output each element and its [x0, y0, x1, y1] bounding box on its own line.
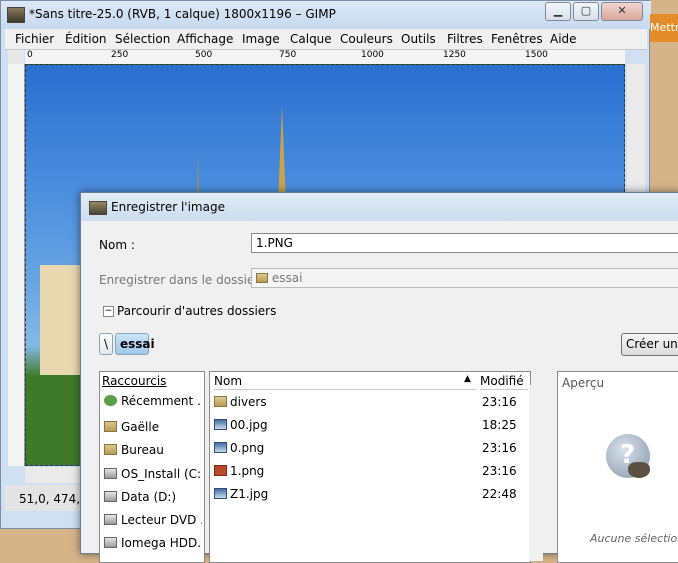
file-name: 0.png: [230, 441, 265, 455]
folder-icon: [104, 421, 117, 432]
create-folder-button[interactable]: Créer un d: [621, 333, 678, 356]
preview-header: Aperçu: [562, 376, 605, 390]
places-header[interactable]: Raccourcis: [102, 374, 166, 388]
file-modified: 22:48: [482, 487, 517, 501]
gimp-titlebar[interactable]: *Sans titre-25.0 (RVB, 1 calque) 1800x11…: [1, 1, 651, 29]
preview-empty-text: Aucune sélection: [590, 532, 678, 545]
path-current-button[interactable]: essai: [115, 333, 155, 355]
ruler-corner-button[interactable]: [8, 50, 24, 64]
minimize-button[interactable]: ▁: [545, 2, 571, 21]
file-modified: 18:25: [482, 418, 517, 432]
horizontal-ruler[interactable]: 0 250 500 750 1000 1250 1500: [25, 50, 625, 65]
menu-outils[interactable]: Outils: [401, 32, 436, 46]
ruler-mark: 1000: [361, 50, 384, 60]
sort-ascending-icon[interactable]: ▲: [464, 372, 476, 390]
vertical-ruler[interactable]: [8, 64, 25, 466]
menu-edition[interactable]: Édition: [65, 32, 107, 46]
place-label: Récemment ...: [121, 394, 202, 408]
column-header-modified[interactable]: Modifié: [480, 372, 528, 390]
browse-folders-toggle[interactable]: Parcourir d'autres dossiers: [117, 304, 276, 318]
menubar: Fichier Édition Sélection Affichage Imag…: [5, 29, 647, 50]
file-modified: 23:16: [482, 441, 517, 455]
menu-affichage[interactable]: Affichage: [177, 32, 233, 46]
menu-aide[interactable]: Aide: [550, 32, 577, 46]
place-item-data[interactable]: Data (D:): [102, 488, 202, 508]
image-icon: [214, 488, 227, 499]
save-folder-value: essai: [271, 271, 303, 285]
file-list: Nom ▲ Modifié divers 23:16 00.jpg 18:25 …: [209, 371, 531, 563]
file-modified: 23:16: [482, 395, 517, 409]
dialog-titlebar[interactable]: Enregistrer l'image: [81, 193, 678, 221]
ruler-mark: 0: [27, 50, 33, 60]
menu-image[interactable]: Image: [242, 32, 280, 46]
file-row[interactable]: Z1.jpg 22:48: [210, 484, 517, 506]
gimp-window-title: *Sans titre-25.0 (RVB, 1 calque) 1800x11…: [29, 7, 336, 21]
menu-filtres[interactable]: Filtres: [447, 32, 483, 46]
place-item-os-install[interactable]: OS_Install (C:): [102, 465, 202, 485]
file-row[interactable]: 0.png 23:16: [210, 438, 517, 460]
place-label: Iomega HDD...: [121, 536, 202, 550]
image-icon: [214, 465, 227, 476]
image-icon: [214, 419, 227, 430]
image-icon: [214, 442, 227, 453]
place-label: Bureau: [121, 443, 164, 457]
close-button[interactable]: ✕: [601, 2, 643, 21]
file-row[interactable]: divers 23:16: [210, 392, 517, 414]
save-image-dialog: Enregistrer l'image Nom : 1.PNG Enregist…: [80, 192, 678, 563]
folder-icon: [214, 396, 227, 407]
dialog-title: Enregistrer l'image: [111, 200, 225, 214]
background-app-button[interactable]: Mettr: [650, 14, 678, 42]
drive-icon: [104, 491, 117, 502]
folder-icon: [256, 273, 268, 283]
file-row[interactable]: 00.jpg 18:25: [210, 415, 517, 437]
place-label: Data (D:): [121, 490, 177, 504]
menu-selection[interactable]: Sélection: [115, 32, 170, 46]
menu-fenetres[interactable]: Fenêtres: [491, 32, 543, 46]
name-label: Nom :: [99, 238, 135, 252]
ruler-mark: 1500: [525, 50, 548, 60]
place-item-dvd[interactable]: Lecteur DVD ...: [102, 511, 202, 531]
drive-icon: [104, 468, 117, 479]
menu-fichier[interactable]: Fichier: [15, 32, 54, 46]
ruler-mark: 500: [195, 50, 213, 60]
gimp-dialog-icon: [89, 201, 107, 215]
place-item-bureau[interactable]: Bureau: [102, 441, 202, 461]
places-panel: Raccourcis Récemment ... Gaëlle Bureau O…: [99, 371, 205, 563]
maximize-button[interactable]: ▢: [573, 2, 599, 21]
preview-panel: Aperçu ? Aucune sélection: [557, 371, 678, 563]
menu-couleurs[interactable]: Couleurs: [340, 32, 393, 46]
ruler-mark: 750: [279, 50, 297, 60]
file-list-scrollbar[interactable]: [529, 385, 543, 561]
save-folder-label: Enregistrer dans le dossier :: [99, 273, 268, 287]
place-label: Lecteur DVD ...: [121, 513, 202, 527]
place-item-iomega[interactable]: Iomega HDD...: [102, 534, 202, 554]
pointer-coordinates: 51,0, 474,0: [19, 492, 88, 506]
no-preview-icon: ?: [606, 434, 650, 478]
place-label: OS_Install (C:): [121, 467, 202, 481]
save-folder-field[interactable]: essai: [251, 268, 678, 288]
place-item-recent[interactable]: Récemment ...: [102, 392, 202, 412]
place-item-gaelle[interactable]: Gaëlle: [102, 418, 202, 438]
expander-toggle-icon[interactable]: −: [103, 306, 114, 317]
dvd-icon: [104, 514, 117, 525]
file-name: divers: [230, 395, 267, 409]
gimp-logo-icon: [7, 7, 25, 23]
path-root-button[interactable]: \: [99, 333, 113, 355]
place-label: Gaëlle: [121, 420, 160, 434]
recent-icon: [104, 395, 117, 406]
file-name: 00.jpg: [230, 418, 268, 432]
file-name: 1.png: [230, 464, 265, 478]
filename-input[interactable]: 1.PNG: [251, 233, 678, 253]
file-row[interactable]: 1.png 23:16: [210, 461, 517, 483]
drive-icon: [104, 537, 117, 548]
column-header-name[interactable]: Nom: [214, 372, 474, 390]
folder-icon: [104, 444, 117, 455]
menu-calque[interactable]: Calque: [290, 32, 332, 46]
file-modified: 23:16: [482, 464, 517, 478]
file-name: Z1.jpg: [230, 487, 269, 501]
ruler-mark: 1250: [443, 50, 466, 60]
ruler-mark: 250: [111, 50, 129, 60]
